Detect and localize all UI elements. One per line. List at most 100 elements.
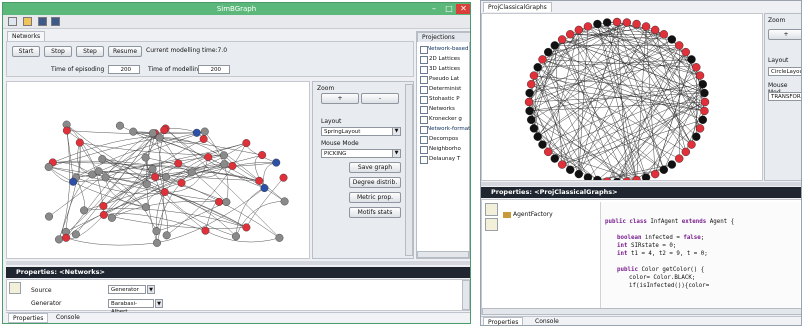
graph-node[interactable] [151, 172, 160, 181]
graph-node[interactable] [153, 238, 162, 247]
sort-icon[interactable] [485, 203, 498, 216]
graph-node[interactable] [525, 88, 534, 98]
graph-node[interactable] [62, 126, 71, 135]
properties-scrollbar[interactable] [462, 280, 470, 310]
graph-node[interactable] [695, 124, 705, 133]
chevron-down-icon[interactable]: ▼ [147, 285, 155, 294]
graph-node[interactable] [258, 151, 267, 160]
graph-node[interactable] [174, 159, 183, 168]
tree-item[interactable]: Networks [417, 104, 470, 114]
graph-node[interactable] [101, 173, 110, 182]
graph-node[interactable] [622, 18, 632, 27]
graph-node[interactable] [228, 161, 237, 170]
tree-item[interactable]: 2D Lattices [417, 54, 470, 64]
graph-node[interactable] [160, 126, 169, 135]
graph-node[interactable] [215, 197, 224, 206]
graph-node[interactable] [527, 115, 536, 125]
graph-node[interactable] [641, 22, 651, 31]
zoom-out-button[interactable]: - [361, 93, 399, 104]
graph-node[interactable] [681, 147, 691, 157]
time-of-modelling-input[interactable]: 200 [198, 65, 230, 74]
graph-node[interactable] [199, 135, 208, 144]
degree-distrib-button[interactable]: Degree distrib. [349, 177, 401, 188]
graph-node[interactable] [698, 79, 707, 89]
open-folder-icon[interactable] [23, 17, 32, 26]
graph-node[interactable] [98, 155, 107, 164]
graph-node[interactable] [62, 233, 71, 242]
zoom-in-button[interactable]: + [768, 29, 801, 40]
graph-node[interactable] [667, 35, 677, 44]
layout-select[interactable]: CircleLayou [768, 67, 801, 76]
minimize-button[interactable]: – [427, 4, 441, 14]
graph-node[interactable] [692, 63, 701, 72]
mouse-mode-select[interactable]: TRANSFOR [768, 92, 801, 101]
tab-networks[interactable]: Networks [7, 31, 46, 41]
graph-node[interactable] [155, 133, 164, 142]
metric-prop-button[interactable]: Metric prop. [349, 192, 401, 203]
tree-item[interactable]: Decompos [417, 134, 470, 144]
graph-node[interactable] [161, 172, 170, 181]
graph-node[interactable] [160, 188, 169, 197]
graph-node[interactable] [675, 41, 684, 50]
tree-item[interactable]: Neighborho [417, 144, 470, 154]
splitter[interactable] [6, 261, 470, 265]
graph-node[interactable] [219, 151, 228, 160]
property-value-source[interactable]: Generator [108, 285, 146, 294]
motifs-stats-button[interactable]: Motifs stats [349, 207, 401, 218]
graph-node[interactable] [231, 232, 240, 241]
graph-node[interactable] [524, 97, 534, 107]
graph-node[interactable] [698, 115, 707, 125]
graph-node[interactable] [550, 41, 559, 50]
graph-node[interactable] [260, 184, 269, 193]
circle-network-graph[interactable] [482, 14, 762, 187]
graph-node[interactable] [272, 158, 281, 167]
step-button[interactable]: Step [76, 46, 104, 57]
tree-folder[interactable]: Network-format [417, 124, 470, 134]
graph-node[interactable] [45, 212, 54, 221]
graph-node[interactable] [574, 169, 584, 179]
graph-node[interactable] [692, 132, 701, 141]
mouse-mode-select[interactable]: PICKING ▼ [321, 149, 401, 158]
graph-node[interactable] [148, 129, 157, 138]
graph-node[interactable] [641, 173, 651, 182]
graph-node[interactable] [681, 47, 691, 57]
graph-node[interactable] [99, 201, 108, 210]
graph-canvas[interactable] [6, 81, 310, 259]
tab-projections[interactable]: Projections [417, 32, 470, 42]
graph-node[interactable] [69, 177, 78, 186]
code-editor[interactable]: public class InfAgent extends Agent {boo… [600, 202, 800, 308]
graph-node[interactable] [177, 178, 186, 187]
graph-node[interactable] [242, 223, 251, 232]
splitter[interactable] [481, 182, 801, 186]
graph-node[interactable] [148, 165, 157, 174]
graph-node[interactable] [543, 147, 553, 157]
graph-node[interactable] [557, 160, 567, 169]
new-file-icon[interactable] [8, 17, 17, 26]
graph-node[interactable] [220, 160, 229, 169]
graph-node[interactable] [593, 175, 602, 185]
graph-node[interactable] [529, 124, 539, 133]
tree-item[interactable]: Determinist [417, 84, 470, 94]
property-value-generator[interactable]: Barabasi-Albert [108, 299, 154, 315]
tree-item[interactable]: 3D Lattices [417, 64, 470, 74]
graph-node[interactable] [583, 22, 593, 31]
graph-node[interactable] [141, 153, 150, 162]
graph-node[interactable] [242, 139, 251, 148]
graph-node[interactable] [700, 97, 710, 107]
graph-node[interactable] [557, 35, 567, 44]
graph-node[interactable] [543, 47, 553, 57]
controls-scrollbar[interactable] [405, 84, 413, 256]
graph-node[interactable] [700, 106, 709, 116]
stop-button[interactable]: Stop [44, 46, 72, 57]
graph-node[interactable] [75, 138, 84, 147]
start-button[interactable]: Start [12, 46, 40, 57]
graph-node[interactable] [71, 230, 80, 239]
tab-projclassicalgraphs[interactable]: ProjClassicalGraphs [483, 2, 552, 12]
tree-item[interactable]: Pseudo Lat [417, 74, 470, 84]
graph-node[interactable] [602, 18, 612, 27]
graph-node[interactable] [152, 227, 161, 236]
graph-node[interactable] [650, 25, 660, 35]
tab-properties-bottom[interactable]: Properties [8, 313, 49, 323]
graph-node[interactable] [192, 128, 201, 137]
graph-node[interactable] [659, 165, 669, 174]
